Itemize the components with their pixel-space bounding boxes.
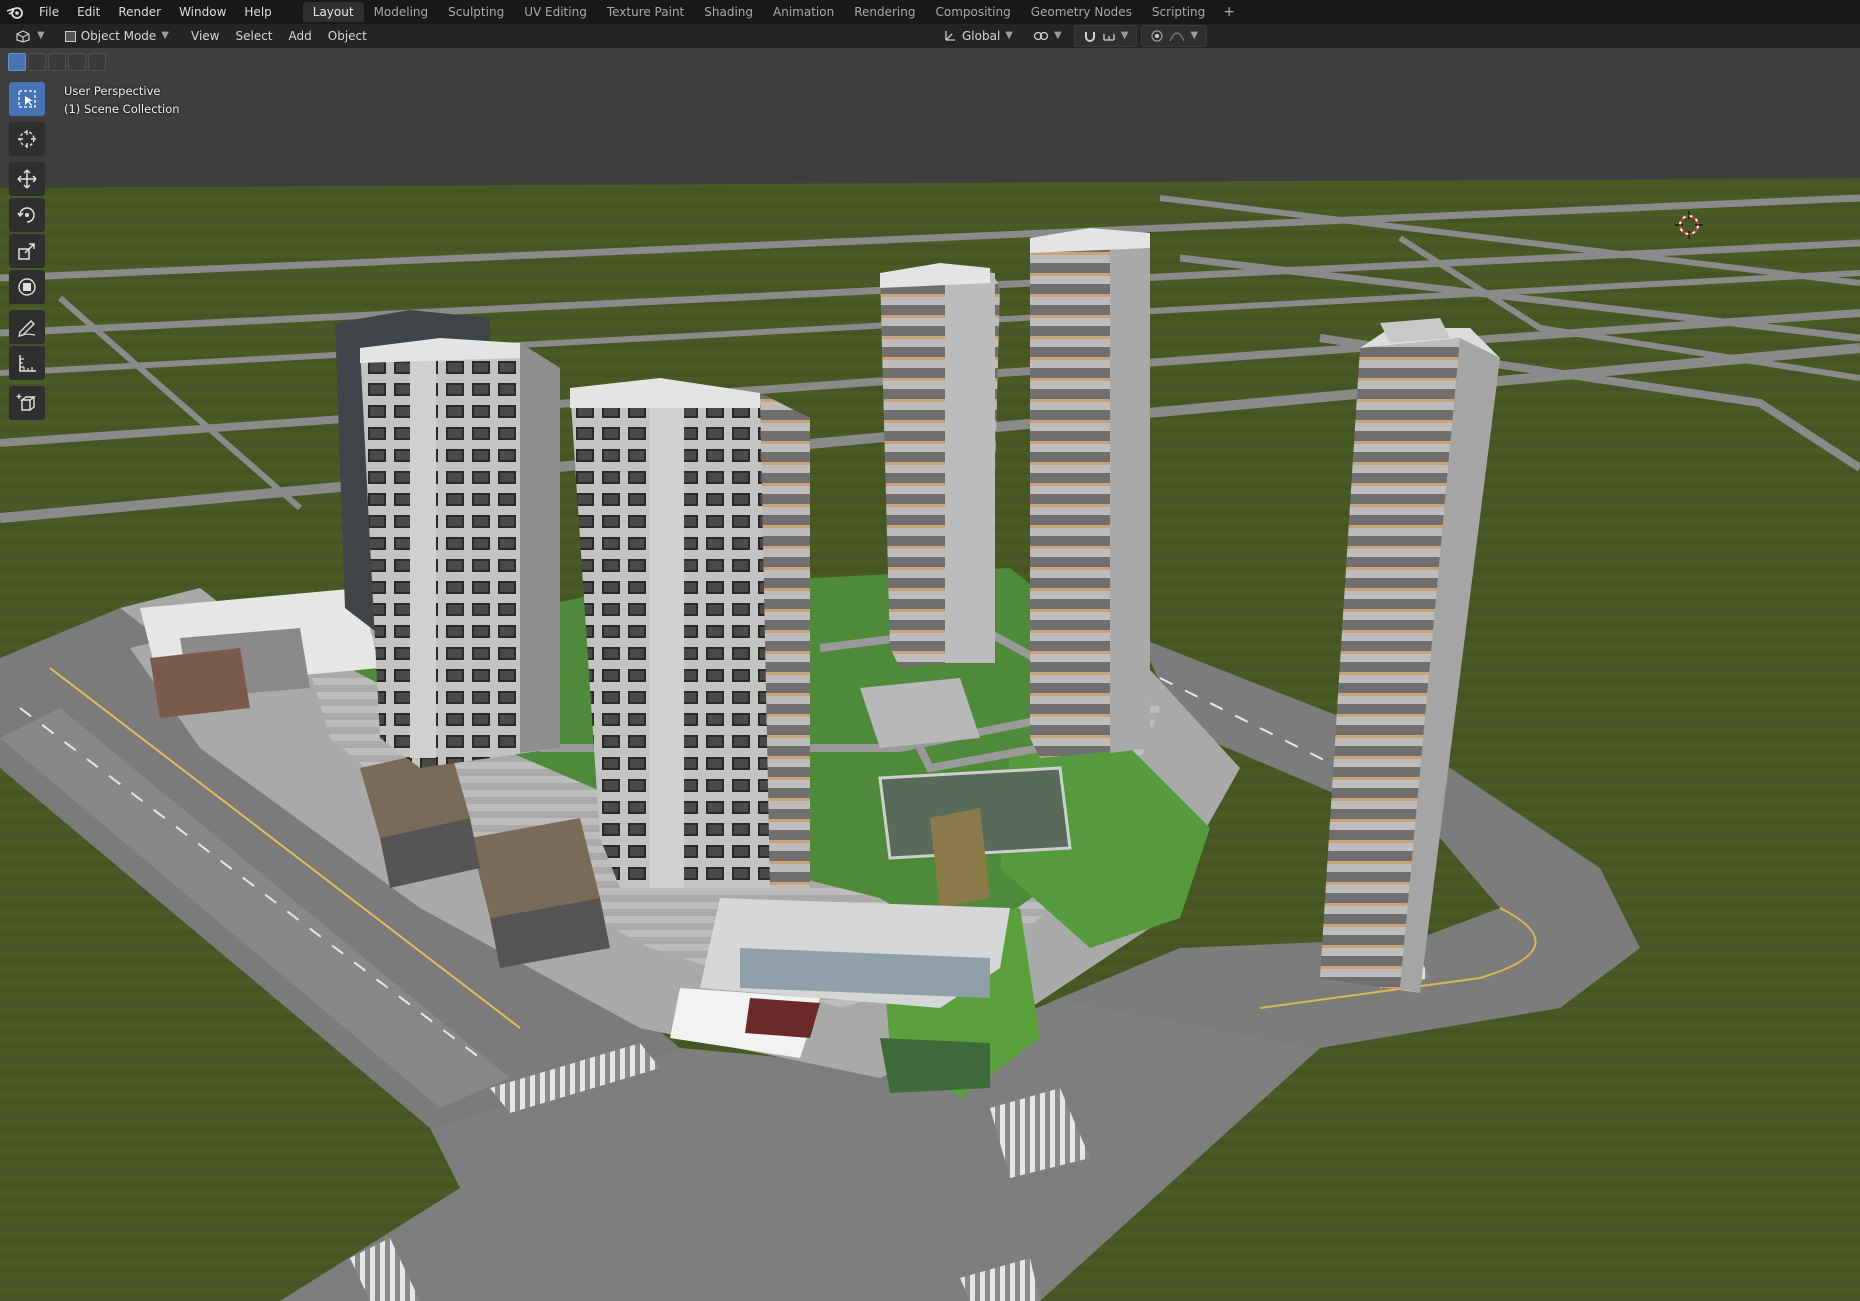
rotate-icon <box>17 207 35 223</box>
menu-window[interactable]: Window <box>170 0 235 24</box>
scale-tool[interactable] <box>9 234 45 268</box>
cursor-icon <box>18 130 36 148</box>
courtyard-pattern <box>860 678 980 748</box>
add-workspace-button[interactable]: + <box>1215 4 1243 20</box>
top-menu-bar: File Edit Render Window Help Layout Mode… <box>0 0 1860 24</box>
snapping-dropdown[interactable]: ▼ <box>1073 25 1138 47</box>
tab-geometry-nodes[interactable]: Geometry Nodes <box>1021 2 1142 22</box>
select-box-tool[interactable] <box>9 82 45 116</box>
chevron-down-icon: ▼ <box>1190 30 1199 41</box>
menu-view[interactable]: View <box>183 26 227 46</box>
select-box-icon <box>18 90 36 108</box>
menu-help[interactable]: Help <box>235 0 280 24</box>
mode-dropdown[interactable]: Object Mode ▼ <box>57 26 177 46</box>
falloff-curve-icon <box>1169 32 1185 42</box>
menu-select[interactable]: Select <box>227 26 280 46</box>
tab-animation[interactable]: Animation <box>763 2 844 22</box>
scene-render[interactable] <box>0 48 1860 1301</box>
orientation-axes-icon <box>945 31 955 41</box>
proportional-edit-icon <box>1151 30 1163 42</box>
annotate-pencil-icon <box>18 320 36 337</box>
transform-tool[interactable] <box>9 270 45 304</box>
perspective-label: User Perspective <box>64 84 161 98</box>
link-pivot-icon <box>1033 31 1049 41</box>
proportional-editing-dropdown[interactable]: ▼ <box>1141 25 1208 47</box>
viewport-info: User Perspective (1) Scene Collection <box>64 82 180 118</box>
select-intersect-icon[interactable] <box>88 53 106 71</box>
cursor-tool[interactable] <box>9 122 45 156</box>
object-mode-icon <box>64 30 76 42</box>
chevron-down-icon: ▼ <box>1005 30 1013 41</box>
chevron-down-icon: ▼ <box>1120 30 1129 41</box>
select-invert-icon[interactable] <box>68 53 86 71</box>
orientation-label: Global <box>962 29 1001 43</box>
rotate-tool[interactable] <box>9 198 45 232</box>
snap-increment-icon <box>1103 34 1115 41</box>
transform-icon <box>18 278 36 296</box>
elevator-core <box>930 808 990 908</box>
tab-layout[interactable]: Layout <box>302 2 364 22</box>
3d-cursor-icon[interactable] <box>1675 211 1703 239</box>
blender-logo-icon[interactable] <box>0 0 30 24</box>
measure-ruler-icon <box>19 355 36 372</box>
chevron-down-icon: ▼ <box>1053 30 1062 41</box>
tool-shelf <box>9 82 47 422</box>
chevron-down-icon: ▼ <box>161 30 169 41</box>
tower-a-side <box>520 343 560 753</box>
move-icon <box>17 169 37 189</box>
menu-file[interactable]: File <box>30 0 68 24</box>
scale-icon <box>18 243 35 260</box>
select-new-icon[interactable] <box>8 53 26 71</box>
retail-roof <box>150 648 250 718</box>
tab-scripting[interactable]: Scripting <box>1142 2 1215 22</box>
select-subtract-icon[interactable] <box>48 53 66 71</box>
collection-label: (1) Scene Collection <box>64 102 180 116</box>
workspace-tabs: Layout Modeling Sculpting UV Editing Tex… <box>302 0 1243 24</box>
chevron-down-icon: ▼ <box>37 30 45 41</box>
menu-render[interactable]: Render <box>109 0 170 24</box>
viewport-header: ▼ Object Mode ▼ View Select Add Object G… <box>0 24 1860 48</box>
menu-edit[interactable]: Edit <box>68 0 109 24</box>
move-tool[interactable] <box>9 162 45 196</box>
add-cube-icon <box>16 394 37 411</box>
editor-type-icon <box>16 30 30 43</box>
tab-uv-editing[interactable]: UV Editing <box>514 2 597 22</box>
add-cube-tool[interactable] <box>9 386 45 420</box>
sky-background <box>0 48 1860 188</box>
magnet-snap-icon <box>1084 32 1095 42</box>
selection-mode-group <box>8 53 106 71</box>
editor-type-button[interactable]: ▼ <box>6 26 53 46</box>
annotate-tool[interactable] <box>9 310 45 344</box>
tab-modeling[interactable]: Modeling <box>364 2 439 22</box>
measure-tool[interactable] <box>9 346 45 380</box>
menu-add[interactable]: Add <box>281 26 320 46</box>
tab-shading[interactable]: Shading <box>694 2 763 22</box>
tab-sculpting[interactable]: Sculpting <box>438 2 514 22</box>
transform-orientation-dropdown[interactable]: Global ▼ <box>935 26 1021 46</box>
tower-d-side <box>1110 233 1150 753</box>
tab-rendering[interactable]: Rendering <box>844 2 925 22</box>
tab-texture-paint[interactable]: Texture Paint <box>597 2 694 22</box>
mode-label: Object Mode <box>80 29 157 43</box>
menu-object[interactable]: Object <box>320 26 375 46</box>
pivot-point-dropdown[interactable]: ▼ <box>1025 26 1070 46</box>
select-extend-icon[interactable] <box>28 53 46 71</box>
3d-viewport[interactable]: User Perspective (1) Scene Collection <box>0 48 1860 1301</box>
tab-compositing[interactable]: Compositing <box>925 2 1020 22</box>
header-right-tools: Global ▼ ▼ ▼ ▼ <box>935 25 1208 47</box>
